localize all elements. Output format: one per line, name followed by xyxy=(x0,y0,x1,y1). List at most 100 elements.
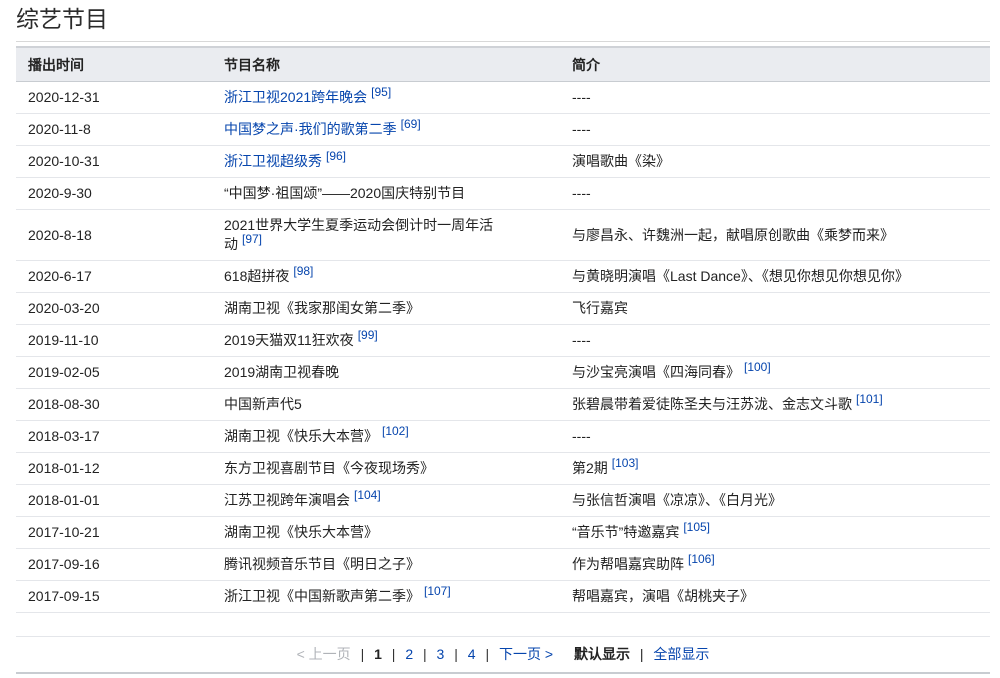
table-row: 2018-01-01 江苏卫视跨年演唱会 [104] 与张信哲演唱《凉凉》、《白月光》 xyxy=(16,484,990,517)
cell-date: 2020-6-17 xyxy=(16,260,212,293)
program-name: 湖南卫视《我家那闺女第二季》 xyxy=(224,300,420,316)
cell-description: ---- xyxy=(560,81,990,114)
cell-program: 江苏卫视跨年演唱会 [104] xyxy=(212,484,560,517)
reference-link[interactable]: [101] xyxy=(856,392,883,406)
program-name: 中国新声代5 xyxy=(224,396,302,412)
description-text: 与沙宝亮演唱《四海同春》 xyxy=(572,363,740,380)
cell-description: 与张信哲演唱《凉凉》、《白月光》 xyxy=(560,484,990,517)
program-name: 湖南卫视《快乐大本营》 xyxy=(224,427,378,444)
page-3-button[interactable]: 3 xyxy=(437,637,445,671)
reference-link[interactable]: [102] xyxy=(382,424,409,438)
cell-program: 中国梦之声·我们的歌第二季 [69] xyxy=(212,113,560,146)
reference-link[interactable]: [106] xyxy=(688,552,715,566)
reference-link[interactable]: [104] xyxy=(354,488,381,502)
cell-program: 2019天猫双11狂欢夜 [99] xyxy=(212,324,560,357)
cell-description: 帮唱嘉宾，演唱《胡桃夹子》 xyxy=(560,580,990,613)
cell-date: 2020-03-20 xyxy=(16,292,212,325)
description-text: 与廖昌永、许魏洲一起，献唱原创歌曲《乘梦而来》 xyxy=(572,226,894,243)
pager-separator: | xyxy=(423,646,427,662)
section-title: 综艺节目 xyxy=(16,7,108,33)
pager-separator: | xyxy=(360,646,365,662)
description-text: 与黄晓明演唱《Last Dance》、《想见你想见你想见你》 xyxy=(572,268,909,284)
cell-description: ---- xyxy=(560,324,990,357)
cell-date: 2020-11-8 xyxy=(16,113,212,146)
show-all-button[interactable]: 全部显示 xyxy=(653,637,709,671)
table-row: 2019-02-05 2019湖南卫视春晚 与沙宝亮演唱《四海同春》 [100] xyxy=(16,356,990,389)
description-text: ---- xyxy=(572,121,591,137)
description-text: 张碧晨带着爱徒陈圣夫与汪苏泷、金志文斗歌 xyxy=(572,395,852,412)
description-text: 与张信哲演唱《凉凉》、《白月光》 xyxy=(572,492,782,508)
prev-page-button[interactable]: < 上一页 xyxy=(297,637,351,671)
program-name: 2019湖南卫视春晚 xyxy=(224,364,340,380)
page-2-button[interactable]: 2 xyxy=(405,637,413,671)
cell-date: 2018-01-12 xyxy=(16,452,212,485)
pager-separator: | xyxy=(391,646,396,662)
reference-link[interactable]: [97] xyxy=(242,232,262,246)
description-text: ---- xyxy=(572,89,591,105)
cell-date: 2018-08-30 xyxy=(16,388,212,421)
table-row: 2020-12-31 浙江卫视2021跨年晚会 [95] ---- xyxy=(16,81,990,114)
cell-description: 与黄晓明演唱《Last Dance》、《想见你想见你想见你》 xyxy=(560,260,990,293)
cell-description: 演唱歌曲《染》 xyxy=(560,145,990,178)
table-header-row: 播出时间 节目名称 简介 xyxy=(16,46,990,82)
cell-program: 湖南卫视《我家那闺女第二季》 xyxy=(212,292,560,325)
description-text: 演唱歌曲《染》 xyxy=(572,153,670,169)
cell-description: 与沙宝亮演唱《四海同春》 [100] xyxy=(560,356,990,389)
bottom-divider xyxy=(16,672,990,674)
cell-program: 湖南卫视《快乐大本营》 [102] xyxy=(212,420,560,453)
pagination: < 上一页 | 1 | 2 | 3 | 4 | 下一页 > 默认显示 | 全部显… xyxy=(16,636,990,671)
program-name: 2019天猫双11狂欢夜 xyxy=(224,331,354,348)
cell-program: 浙江卫视超级秀 [96] xyxy=(212,145,560,178)
cell-date: 2017-09-16 xyxy=(16,548,212,581)
pager-separator: | xyxy=(485,646,490,662)
cell-program: 东方卫视喜剧节目《今夜现场秀》 xyxy=(212,452,560,485)
reference-link[interactable]: [103] xyxy=(612,456,639,470)
description-text: 第2期 xyxy=(572,459,608,476)
cell-description: “音乐节”特邀嘉宾 [105] xyxy=(560,516,990,549)
default-display-button[interactable]: 默认显示 xyxy=(574,637,630,671)
reference-link[interactable]: [96] xyxy=(326,149,346,163)
cell-date: 2017-09-15 xyxy=(16,580,212,613)
table-row: 2019-11-10 2019天猫双11狂欢夜 [99] ---- xyxy=(16,324,990,357)
table-row: 2020-9-30 “中国梦·祖国颂”——2020国庆特别节目 ---- xyxy=(16,177,990,210)
next-page-button[interactable]: 下一页 > xyxy=(499,637,553,671)
program-link[interactable]: 浙江卫视超级秀 xyxy=(224,153,322,169)
cell-description: ---- xyxy=(560,177,990,210)
cell-program: 浙江卫视《中国新歌声第二季》 [107] xyxy=(212,580,560,613)
cell-program: 腾讯视频音乐节目《明日之子》 xyxy=(212,548,560,581)
reference-link[interactable]: [98] xyxy=(293,264,313,278)
table-row: 2017-09-16 腾讯视频音乐节目《明日之子》 作为帮唱嘉宾助阵 [106] xyxy=(16,548,990,581)
description-text: 飞行嘉宾 xyxy=(572,300,628,316)
description-text: “音乐节”特邀嘉宾 xyxy=(572,523,680,540)
table-row: 2017-09-15 浙江卫视《中国新歌声第二季》 [107] 帮唱嘉宾，演唱《胡桃夹… xyxy=(16,580,990,613)
description-text: 帮唱嘉宾，演唱《胡桃夹子》 xyxy=(572,588,754,604)
cell-description: 与廖昌永、许魏洲一起，献唱原创歌曲《乘梦而来》 xyxy=(560,209,990,261)
reference-link[interactable]: [100] xyxy=(744,360,771,374)
program-name: 618超拼夜 xyxy=(224,267,290,284)
page-1-button[interactable]: 1 xyxy=(374,637,382,671)
table-row: 2018-03-17 湖南卫视《快乐大本营》 [102] ---- xyxy=(16,420,990,453)
page-4-button[interactable]: 4 xyxy=(468,637,476,671)
cell-program: 2021世界大学生夏季运动会倒计时一周年活动 [97] xyxy=(212,209,560,261)
table-row: 2020-03-20 湖南卫视《我家那闺女第二季》 飞行嘉宾 xyxy=(16,292,990,325)
cell-date: 2018-01-01 xyxy=(16,484,212,517)
column-header-description: 简介 xyxy=(560,46,990,82)
description-text: 作为帮唱嘉宾助阵 xyxy=(572,555,684,572)
cell-date: 2020-9-30 xyxy=(16,177,212,210)
program-link[interactable]: 浙江卫视2021跨年晚会 xyxy=(224,89,367,105)
reference-link[interactable]: [99] xyxy=(358,328,378,342)
table-row: 2020-10-31 浙江卫视超级秀 [96] 演唱歌曲《染》 xyxy=(16,145,990,178)
reference-link[interactable]: [69] xyxy=(401,117,421,131)
table-row: 2020-6-17 618超拼夜 [98] 与黄晓明演唱《Last Dance》、《想… xyxy=(16,260,990,293)
reference-link[interactable]: [107] xyxy=(424,584,451,598)
table-row: 2018-01-12 东方卫视喜剧节目《今夜现场秀》 第2期 [103] xyxy=(16,452,990,485)
reference-link[interactable]: [95] xyxy=(371,85,391,99)
table-row: 2018-08-30 中国新声代5 张碧晨带着爱徒陈圣夫与汪苏泷、金志文斗歌 [101… xyxy=(16,388,990,421)
pager-pipe: | xyxy=(639,646,644,662)
reference-link[interactable]: [105] xyxy=(683,520,710,534)
cell-date: 2019-02-05 xyxy=(16,356,212,389)
program-name: 2021世界大学生夏季运动会倒计时一周年活动 xyxy=(224,216,494,252)
program-link[interactable]: 中国梦之声·我们的歌第二季 xyxy=(224,121,397,137)
page: 综艺节目 播出时间 节目名称 简介 2020-12-31 浙江卫视2021跨年晚会… xyxy=(0,0,1000,678)
cell-program: 湖南卫视《快乐大本营》 xyxy=(212,516,560,549)
